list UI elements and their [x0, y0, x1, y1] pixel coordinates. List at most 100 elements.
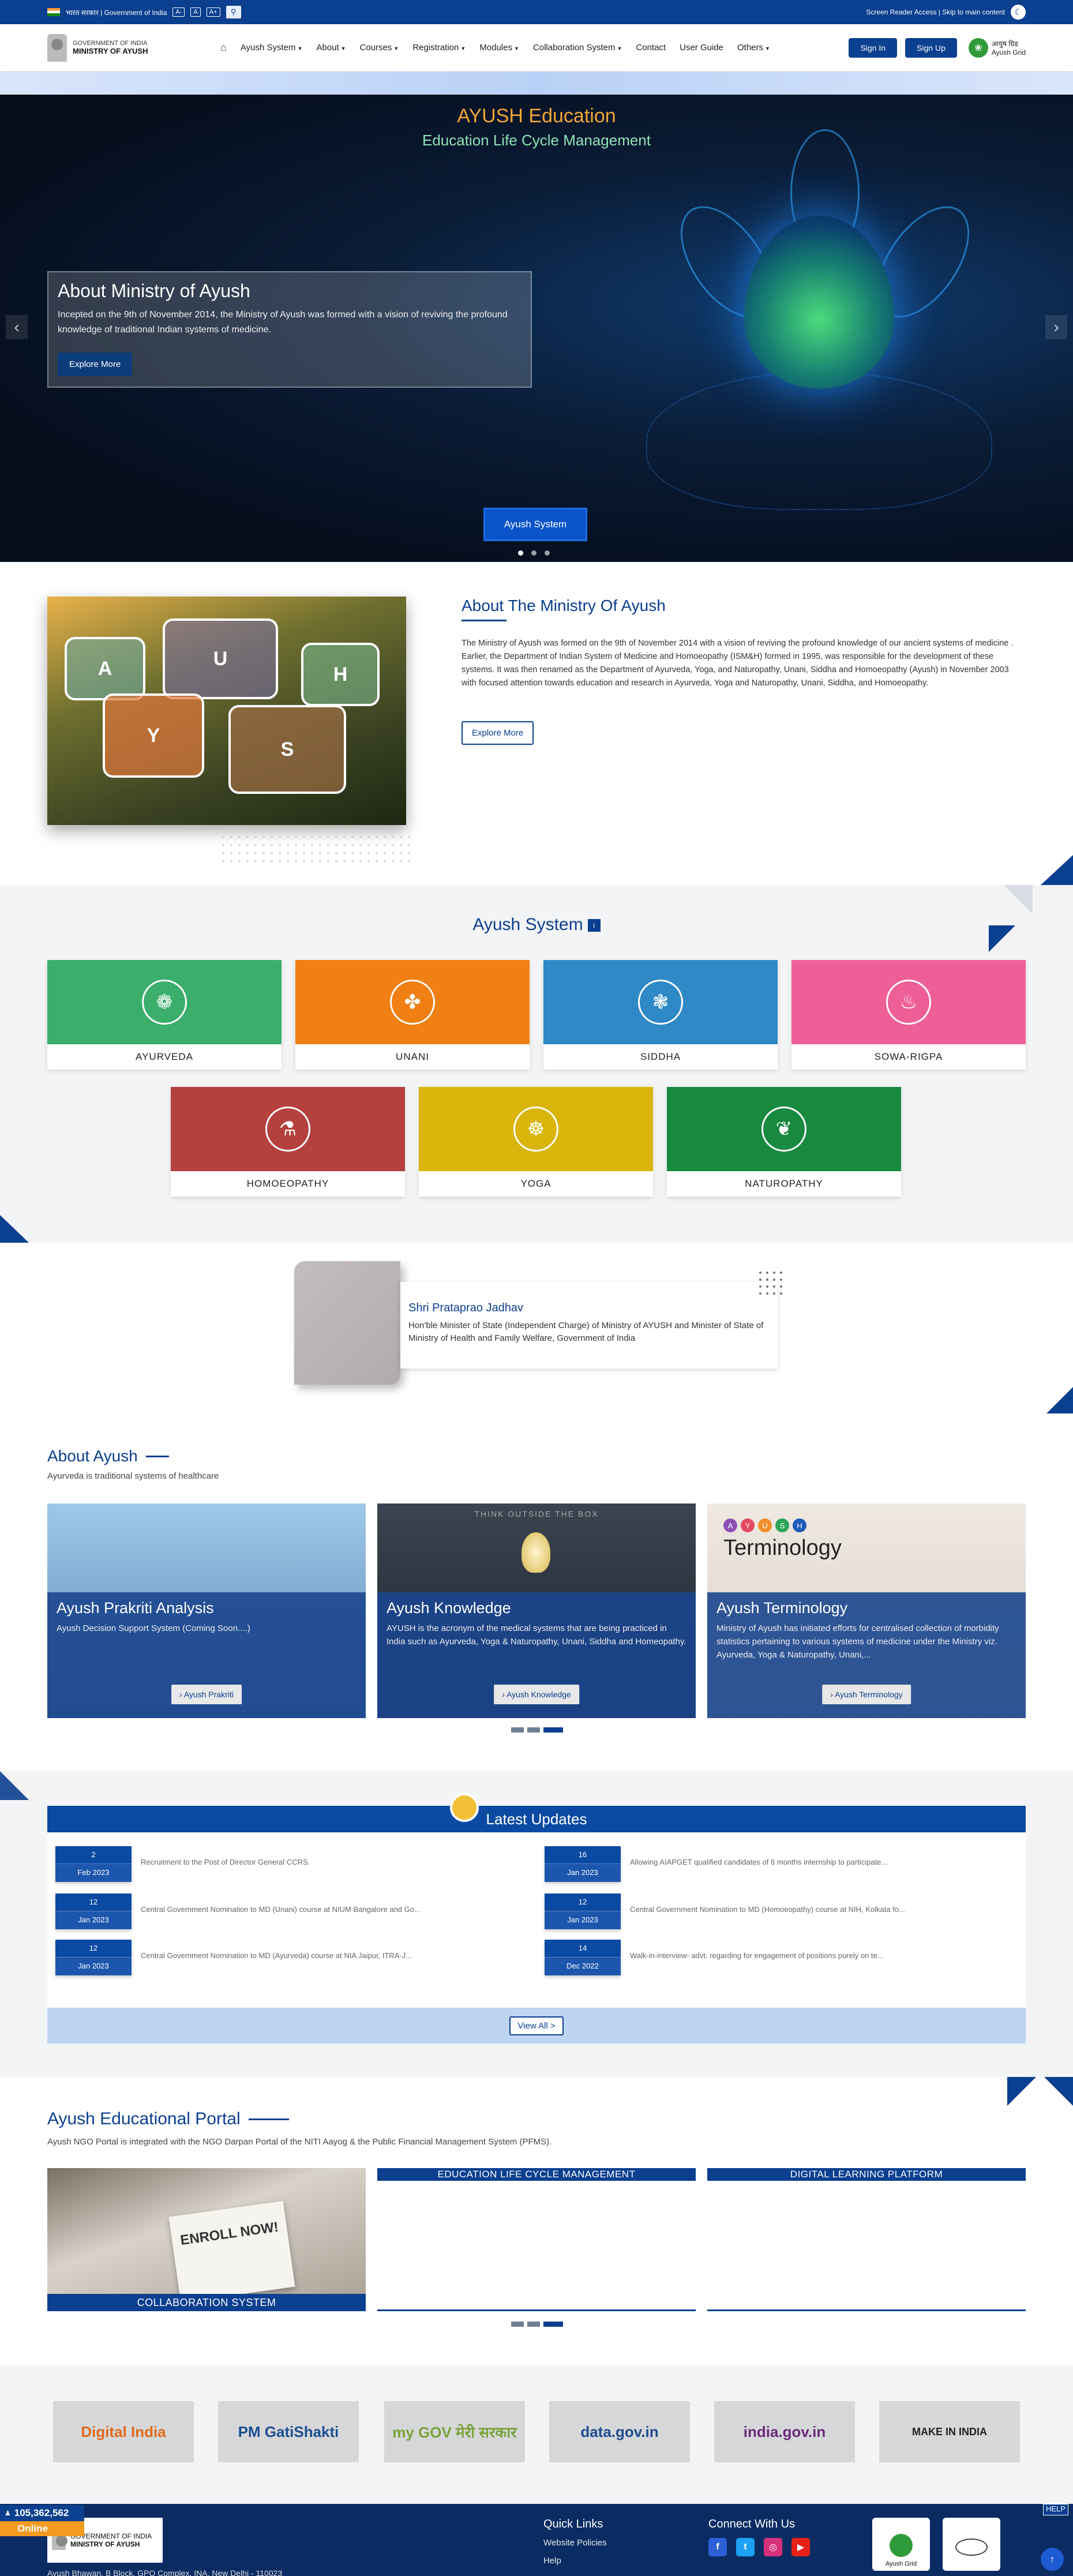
minister-photo [294, 1261, 400, 1385]
about-explore-button[interactable]: Explore More [462, 721, 534, 745]
card-terminology[interactable]: A Y U S H Terminology Ayush Terminology … [707, 1503, 1026, 1718]
ayush-knowledge-button[interactable]: › Ayush Knowledge [494, 1685, 579, 1704]
collaboration-system-card[interactable]: ENROLL NOW! COLLABORATION SYSTEM [47, 2168, 366, 2311]
corner-decoration [1041, 855, 1073, 885]
portal-pager[interactable] [511, 2322, 563, 2327]
user-icon: ♟ [5, 2509, 11, 2517]
facebook-icon[interactable]: f [708, 2538, 727, 2556]
nav-about[interactable]: About ▼ [316, 43, 346, 53]
nav-modules[interactable]: Modules ▼ [479, 43, 519, 53]
nav-registration[interactable]: Registration ▼ [412, 43, 466, 53]
website-policies-link[interactable]: Website Policies [543, 2538, 607, 2548]
ayush-prakriti-button[interactable]: › Ayush Prakriti [171, 1685, 242, 1704]
gatishakti-logo[interactable]: PM GatiShakti [218, 2401, 359, 2462]
nav-user-guide[interactable]: User Guide [680, 43, 723, 53]
connect-with-us: Connect With Us f t ◎ ▶ [708, 2518, 810, 2556]
elcm-card[interactable]: EDUCATION LIFE CYCLE MANAGEMENT [377, 2168, 696, 2311]
tile-sowa-rigpa[interactable]: ♨ SOWA-RIGPA [791, 960, 1026, 1070]
unani-icon: ✤ [390, 980, 435, 1025]
about-title: About The Ministry Of Ayush [462, 597, 666, 621]
tile-homoeopathy[interactable]: ⚗ HOMOEOPATHY [171, 1087, 405, 1197]
card-knowledge[interactable]: THINK OUTSIDE THE BOX Ayush Knowledge AY… [377, 1503, 696, 1718]
state-emblem-icon [47, 33, 67, 62]
corner-decoration [1007, 2077, 1036, 2106]
card-desc: AYUSH is the acronym of the medical syst… [387, 1623, 686, 1647]
make-in-india-logo[interactable]: MAKE IN INDIA [879, 2401, 1020, 2462]
update-item[interactable]: 12 Jan 2023 Central Government Nomination… [536, 1893, 1015, 1929]
nav-ayush-system[interactable]: Ayush System ▼ [241, 43, 303, 53]
main-header: GOVERNMENT OF INDIA MINISTRY OF AYUSH ⌂ … [0, 24, 1073, 72]
tile-yoga[interactable]: ☸ YOGA [419, 1087, 653, 1197]
minister-section: Shri Prataprao Jadhav Hon'ble Minister o… [0, 1243, 1073, 1413]
top-utility-bar: भारत सरकार | Government of India A- A A+… [0, 0, 1073, 24]
home-icon[interactable]: ⌂ [220, 42, 227, 54]
update-item[interactable]: 12 Jan 2023 Central Government Nomination… [47, 1893, 526, 1929]
back-to-top-icon[interactable]: ↑ [1041, 2548, 1064, 2571]
update-item[interactable]: 12 Jan 2023 Central Government Nomination… [47, 1940, 526, 1975]
corner-decoration [0, 1771, 29, 1800]
swachh-bharat-badge[interactable] [943, 2518, 1000, 2571]
sign-up-button[interactable]: Sign Up [905, 38, 957, 58]
mygov-logo[interactable]: my GOV मेरी सरकार [384, 2401, 525, 2462]
ayush-grid-badge[interactable]: Ayush Grid [872, 2518, 930, 2571]
twitter-icon[interactable]: t [736, 2538, 755, 2556]
ayush-grid-link[interactable]: ❀ आयुष ग्रिड Ayush Grid [968, 38, 1026, 58]
ministry-logo[interactable]: GOVERNMENT OF INDIA MINISTRY OF AYUSH [47, 33, 220, 62]
carousel-prev-icon[interactable]: ‹ [6, 315, 28, 339]
youtube-icon[interactable]: ▶ [791, 2538, 810, 2556]
screen-reader-link[interactable]: Screen Reader Access | Skip to main cont… [866, 8, 1005, 16]
collage-bubble: S [228, 705, 346, 794]
card-label: EDUCATION LIFE CYCLE MANAGEMENT [377, 2168, 696, 2181]
ayush-terminology-button[interactable]: › Ayush Terminology [822, 1685, 911, 1704]
carousel-next-icon[interactable]: › [1045, 315, 1067, 339]
india-gov-logo[interactable]: india.gov.in [714, 2401, 855, 2462]
dark-mode-toggle-icon[interactable]: ☾ [1011, 5, 1026, 20]
carousel-indicators[interactable] [518, 550, 550, 556]
ayurveda-icon: ❁ [142, 980, 187, 1025]
nav-courses[interactable]: Courses ▼ [360, 43, 399, 53]
card-pager[interactable] [511, 1727, 563, 1733]
hero-ayush-system-button[interactable]: Ayush System [483, 508, 587, 541]
tile-siddha[interactable]: ❃ SIDDHA [543, 960, 778, 1070]
update-item[interactable]: 16 Jan 2023 Allowing AIAPGET qualified ca… [536, 1846, 1015, 1882]
nav-collaboration-system[interactable]: Collaboration System ▼ [533, 43, 622, 53]
corner-decoration [0, 1215, 29, 1243]
help-link[interactable]: Help [543, 2556, 607, 2566]
update-item[interactable]: 14 Dec 2022 Walk-in-interview- advt. rega… [536, 1940, 1015, 1975]
about-text: The Ministry of Ayush was formed on the … [462, 639, 1014, 688]
font-increase-button[interactable]: A+ [206, 8, 220, 17]
tile-unani[interactable]: ✤ UNANI [295, 960, 530, 1070]
data-gov-logo[interactable]: data.gov.in [549, 2401, 690, 2462]
sign-in-button[interactable]: Sign In [849, 38, 898, 58]
font-normal-button[interactable]: A [190, 8, 201, 17]
partner-logos: Digital India PM GatiShakti my GOV मेरी … [0, 2365, 1073, 2504]
help-button[interactable]: HELP [1043, 2504, 1068, 2515]
hero-explore-button[interactable]: Explore More [58, 353, 133, 376]
nav-contact[interactable]: Contact [636, 43, 666, 53]
corner-decoration [1046, 1387, 1073, 1413]
digital-learning-card[interactable]: DIGITAL LEARNING PLATFORM [707, 2168, 1026, 2311]
nav-others[interactable]: Others ▼ [737, 43, 770, 53]
font-decrease-button[interactable]: A- [172, 8, 185, 17]
instagram-icon[interactable]: ◎ [764, 2538, 782, 2556]
logo-gov-line: GOVERNMENT OF INDIA [73, 40, 148, 47]
updates-badge-icon [450, 1793, 479, 1822]
minister-designation: Hon'ble Minister of State (Independent C… [408, 1321, 764, 1343]
portal-title: Ayush Educational Portal [47, 2109, 289, 2129]
minister-name: Shri Prataprao Jadhav [408, 1302, 524, 1314]
updates-title: Latest Updates [47, 1806, 1026, 1832]
update-item[interactable]: 2 Feb 2023 Recruitment to the Post of Dir… [47, 1846, 526, 1882]
info-icon[interactable]: i [587, 919, 601, 932]
educational-portal-section: Ayush Educational Portal Ayush NGO Porta… [0, 2077, 1073, 2365]
tile-label: HOMOEOPATHY [246, 1178, 329, 1189]
digital-india-logo[interactable]: Digital India [53, 2401, 194, 2462]
hero-title: AYUSH Education [457, 105, 616, 127]
tile-naturopathy[interactable]: ❦ NATUROPATHY [667, 1087, 901, 1197]
tile-ayurveda[interactable]: ❁ AYURVEDA [47, 960, 282, 1070]
search-icon[interactable]: ⚲ [226, 6, 241, 18]
view-all-button[interactable]: View All > [509, 2016, 564, 2035]
portal-subtitle: Ayush NGO Portal is integrated with the … [47, 2137, 552, 2147]
corner-decoration [1044, 2077, 1073, 2106]
ayush-collage-image: A U H Y S [47, 597, 406, 825]
card-prakriti[interactable]: Ayush Prakriti Analysis Ayush Decision S… [47, 1503, 366, 1718]
